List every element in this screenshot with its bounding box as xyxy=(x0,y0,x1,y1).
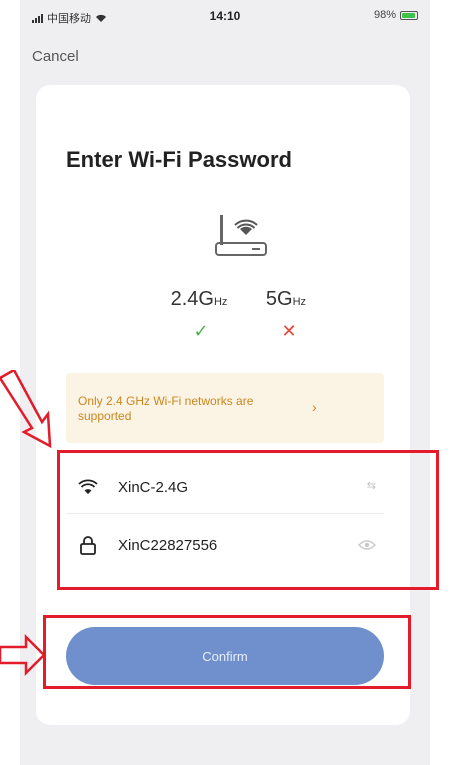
battery-icon xyxy=(400,10,418,20)
status-bar: 中国移动 14:10 98% xyxy=(20,0,430,34)
annotation-arrow-confirm xyxy=(0,633,46,677)
annotation-box-fields xyxy=(57,450,439,590)
status-right: 98% xyxy=(374,9,418,21)
page-title: Enter Wi-Fi Password xyxy=(66,147,292,172)
band-24-unit: Hz xyxy=(213,296,228,308)
close-icon: ✕ xyxy=(281,321,297,341)
band-5-main: 5G xyxy=(265,288,293,310)
cancel-button[interactable]: Cancel xyxy=(32,48,79,65)
status-time: 14:10 xyxy=(209,9,241,23)
annotation-arrow-fields xyxy=(0,370,52,449)
check-icon: ✓ xyxy=(193,321,209,341)
annotation-box-confirm xyxy=(43,615,411,689)
band-24-main: 2.4G xyxy=(170,288,214,310)
battery-percent: 98% xyxy=(373,9,396,21)
notice-text: Only 2.4 GHz Wi-Fi networks are supporte… xyxy=(78,394,254,423)
chevron-right-icon: › xyxy=(312,399,317,415)
band-5-unit: Hz xyxy=(292,296,307,308)
router-icon xyxy=(215,215,267,256)
band-notice[interactable]: Only 2.4 GHz Wi-Fi networks are supporte… xyxy=(66,373,384,443)
band-5-label: 5GHz xyxy=(256,288,316,311)
band-24-label: 2.4GHz xyxy=(154,288,244,311)
